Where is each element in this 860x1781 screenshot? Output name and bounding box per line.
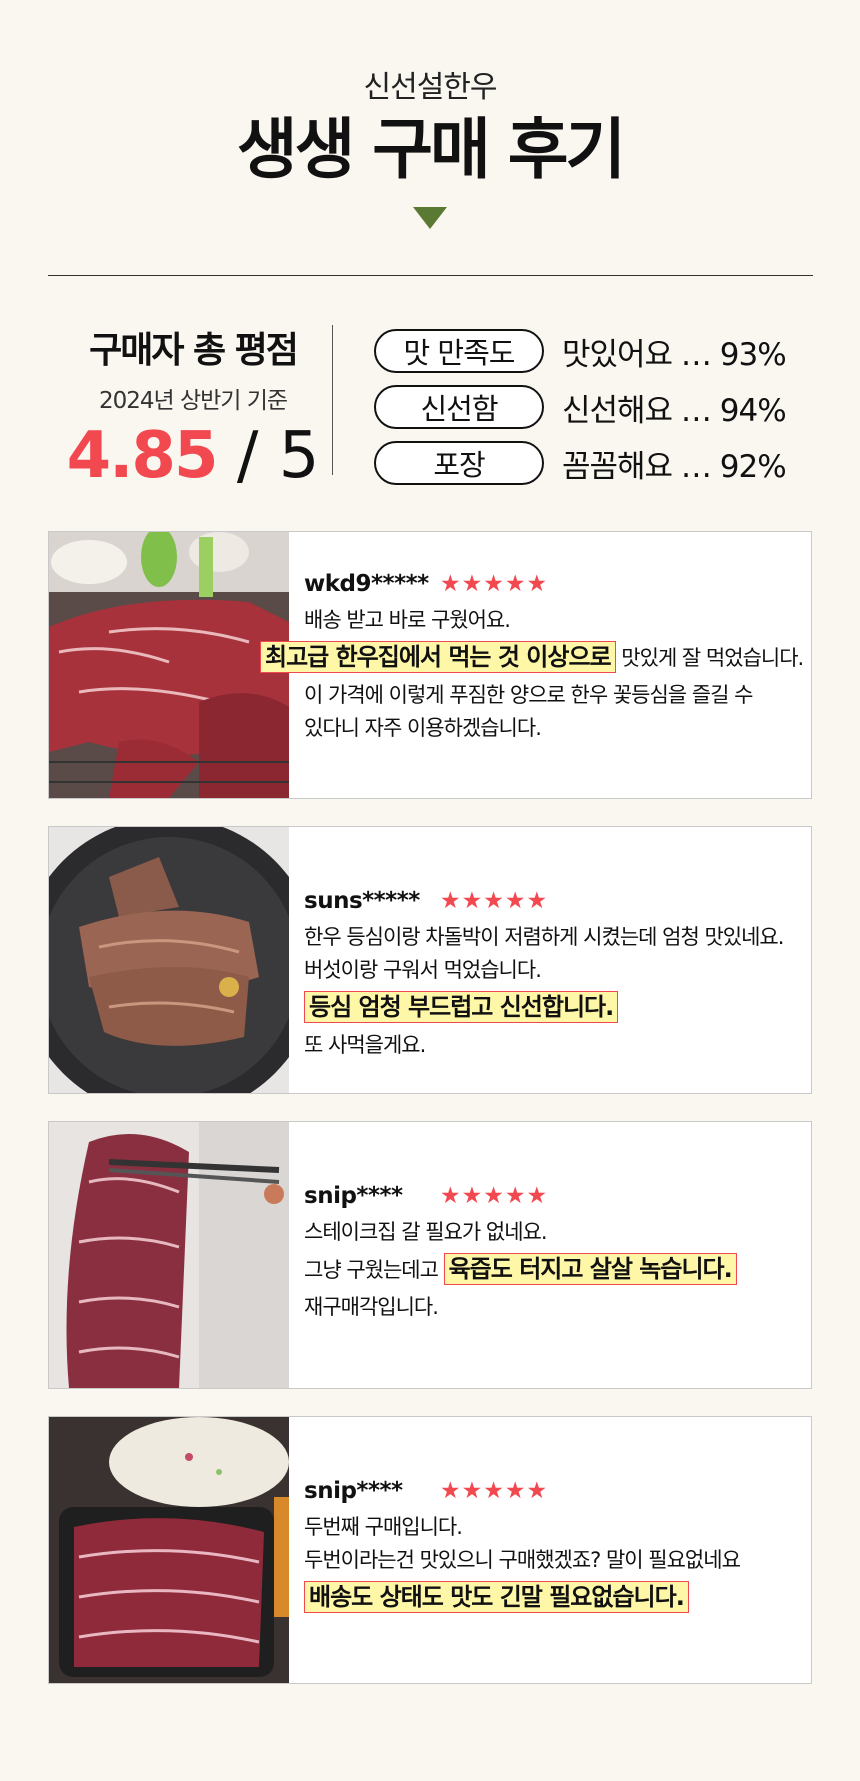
review-card: suns***** ★★★★★ 한우 등심이랑 차돌박이 저렴하게 시켰는데 엄청 … — [48, 826, 812, 1094]
score-value: 4.85 — [66, 419, 219, 493]
page-header: 신선설한우 생생 구매 후기 — [0, 0, 860, 229]
page-title: 생생 구매 후기 — [236, 111, 626, 188]
review-header: suns***** ★★★★★ — [304, 883, 805, 919]
review-text: 재구매각입니다. — [304, 1295, 439, 1319]
review-text-line: 이 가격에 이렇게 푸짐한 양으로 한우 꽃등심을 즐길 수 — [304, 679, 805, 712]
review-text-line: 등심 엄청 부드럽고 신선합니다. — [304, 991, 805, 1025]
rating-breakdown: 맛 만족도 맛있어요 … 93% 신선함 신선해요 … 94% 포장 꼼꼼해요 … — [374, 323, 787, 491]
review-text-line: 두번째 구매입니다. — [304, 1511, 805, 1544]
review-body: snip**** ★★★★★ 두번째 구매입니다. 두번이라는건 맛있으니 구매했겠죠… — [304, 1473, 805, 1619]
review-text: 두번이라는건 맛있으니 구매했겠죠? 말이 필요없네요 — [304, 1548, 741, 1572]
review-text-line: 그냥 구웠는데고 육즙도 터지고 살살 녹습니다. — [304, 1253, 805, 1287]
review-username: wkd9***** — [304, 570, 429, 597]
review-body: wkd9***** ★★★★★ 배송 받고 바로 구웠어요. 최고급 한우집에서 먹는… — [260, 566, 805, 745]
review-header: wkd9***** ★★★★★ — [304, 566, 805, 602]
review-body: snip**** ★★★★★ 스테이크집 갈 필요가 없네요. 그냥 구웠는데고 육즙… — [304, 1178, 805, 1324]
review-text: 한우 등심이랑 차돌박이 저렴하게 시켰는데 엄청 맛있네요. — [304, 925, 784, 949]
review-text-line: 최고급 한우집에서 먹는 것 이상으로 맛있게 잘 먹었습니다. — [260, 641, 805, 675]
review-card: snip**** ★★★★★ 두번째 구매입니다. 두번이라는건 맛있으니 구매했겠죠… — [48, 1416, 812, 1684]
review-text-line: 또 사먹을게요. — [304, 1029, 805, 1062]
review-highlight: 배송도 상태도 맛도 긴말 필요없습니다. — [304, 1581, 689, 1613]
review-card: wkd9***** ★★★★★ 배송 받고 바로 구웠어요. 최고급 한우집에서 먹는… — [48, 531, 812, 799]
score-title: 구매자 총 평점 — [89, 330, 299, 371]
brand-name: 신선설한우 — [363, 70, 498, 105]
review-text: 그냥 구웠는데고 — [304, 1258, 444, 1282]
review-text: 또 사먹을게요. — [304, 1033, 426, 1057]
review-text-line: 스테이크집 갈 필요가 없네요. — [304, 1216, 805, 1249]
score-basis: 2024년 상반기 기준 — [98, 388, 288, 414]
star-rating-icon: ★★★★★ — [440, 570, 549, 597]
review-text: 이 가격에 이렇게 푸짐한 양으로 한우 꽃등심을 즐길 수 — [304, 683, 753, 707]
star-rating-icon: ★★★★★ — [440, 887, 549, 914]
review-text: 버섯이랑 구워서 먹었습니다. — [304, 958, 542, 982]
rating-row-freshness: 신선함 신선해요 … 94% — [374, 379, 787, 435]
rating-value-freshness: 신선해요 … 94% — [562, 392, 787, 429]
review-text-line: 한우 등심이랑 차돌박이 저렴하게 시켰는데 엄청 맛있네요. — [304, 921, 805, 954]
review-text-line: 있다니 자주 이용하겠습니다. — [304, 712, 805, 745]
pan-beef-photo — [49, 827, 289, 1093]
rating-value-packaging: 꼼꼼해요 … 92% — [562, 448, 787, 485]
star-rating-icon: ★★★★★ — [440, 1477, 549, 1504]
down-arrow-icon — [413, 206, 447, 229]
review-text-line: 두번이라는건 맛있으니 구매했겠죠? 말이 필요없네요 — [304, 1544, 805, 1577]
grilled-beef-photo — [49, 532, 289, 798]
review-text-line: 재구매각입니다. — [304, 1291, 805, 1324]
steak-tongs-photo — [49, 1122, 289, 1388]
review-header: snip**** ★★★★★ — [304, 1473, 805, 1509]
star-rating-icon: ★★★★★ — [440, 1182, 549, 1209]
vertical-divider — [332, 325, 333, 475]
score-line: 4.85 / 5 — [48, 421, 338, 491]
rating-summary: 구매자 총 평점 2024년 상반기 기준 4.85 / 5 맛 만족도 맛있어… — [48, 315, 813, 495]
review-text: 맛있게 잘 먹었습니다. — [615, 646, 804, 670]
review-text: 있다니 자주 이용하겠습니다. — [304, 716, 542, 740]
raw-beef-tray-photo — [49, 1417, 289, 1683]
review-highlight: 최고급 한우집에서 먹는 것 이상으로 — [260, 641, 616, 673]
total-score-box: 구매자 총 평점 2024년 상반기 기준 4.85 / 5 — [48, 315, 338, 491]
rating-value-taste: 맛있어요 … 93% — [562, 336, 787, 373]
review-highlight: 등심 엄청 부드럽고 신선합니다. — [304, 991, 619, 1023]
section-divider — [48, 275, 813, 276]
review-username: snip**** — [304, 1182, 403, 1209]
rating-row-packaging: 포장 꼼꼼해요 … 92% — [374, 435, 787, 491]
review-text: 스테이크집 갈 필요가 없네요. — [304, 1220, 548, 1244]
review-text: 두번째 구매입니다. — [304, 1515, 463, 1539]
review-text-line: 배송 받고 바로 구웠어요. — [304, 604, 805, 637]
score-max: / 5 — [216, 419, 320, 493]
review-username: snip**** — [304, 1477, 403, 1504]
rating-label-freshness: 신선함 — [374, 385, 544, 429]
review-text: 배송 받고 바로 구웠어요. — [304, 608, 511, 632]
rating-row-taste: 맛 만족도 맛있어요 … 93% — [374, 323, 787, 379]
rating-label-taste: 맛 만족도 — [374, 329, 544, 373]
rating-label-packaging: 포장 — [374, 441, 544, 485]
review-header: snip**** ★★★★★ — [304, 1178, 805, 1214]
review-highlight: 육즙도 터지고 살살 녹습니다. — [443, 1253, 737, 1285]
review-text-line: 버섯이랑 구워서 먹었습니다. — [304, 954, 805, 987]
review-card: snip**** ★★★★★ 스테이크집 갈 필요가 없네요. 그냥 구웠는데고 육즙… — [48, 1121, 812, 1389]
review-body: suns***** ★★★★★ 한우 등심이랑 차돌박이 저렴하게 시켰는데 엄청 … — [304, 883, 805, 1062]
review-username: suns***** — [304, 887, 420, 914]
review-text-line: 배송도 상태도 맛도 긴말 필요없습니다. — [304, 1581, 805, 1615]
